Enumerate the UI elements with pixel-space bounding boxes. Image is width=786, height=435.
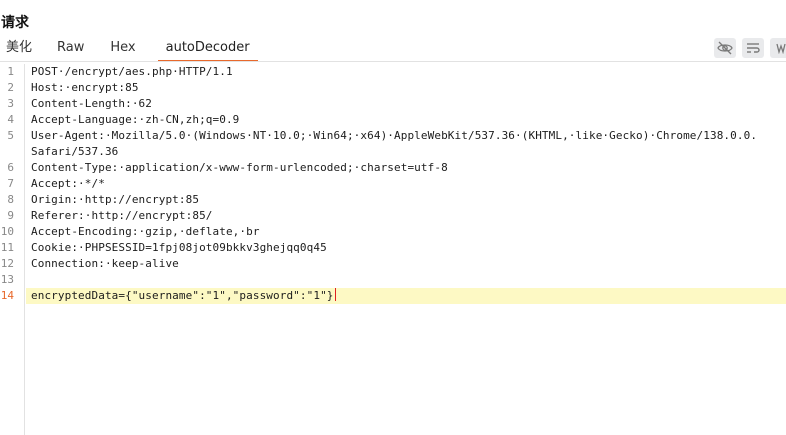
tab-pretty[interactable]: 美化 <box>0 38 45 62</box>
header-line: Referer:·http://encrypt:85/ <box>31 209 213 222</box>
line-number <box>0 144 14 160</box>
header-line: Accept:·*/* <box>31 177 105 190</box>
editor-toolbar <box>714 38 786 58</box>
tabs-divider <box>0 61 786 62</box>
text-caret <box>334 288 336 301</box>
line-number: 1 <box>7 65 14 78</box>
header-line: Connection:·keep-alive <box>31 257 179 270</box>
line-number: 9 <box>7 209 14 222</box>
wrap-lines-icon <box>747 43 760 53</box>
body-text: encryptedData={"username":"1","password"… <box>31 289 334 302</box>
eye-slash-icon <box>717 41 733 55</box>
request-panel: 请求 美化 Raw Hex autoDecoder 1 2 3 4 5 6 7 … <box>0 0 786 435</box>
line-number: 13 <box>0 273 14 286</box>
body-line: encryptedData={"username":"1","password"… <box>31 288 336 304</box>
tab-hex[interactable]: Hex <box>96 38 149 62</box>
line-number: 3 <box>7 97 14 110</box>
header-line: Accept-Language:·zh-CN,zh;q=0.9 <box>31 113 240 126</box>
newline-icon <box>776 43 786 54</box>
header-line-wrapped: Safari/537.36 <box>31 145 119 158</box>
header-line: User-Agent:·Mozilla/5.0·(Windows·NT·10.0… <box>31 129 758 142</box>
panel-title: 请求 <box>1 15 29 31</box>
editor-tabs: 美化 Raw Hex autoDecoder <box>0 38 786 62</box>
line-number: 7 <box>7 177 14 190</box>
header-line: Accept-Encoding:·gzip,·deflate,·br <box>31 225 260 238</box>
line-number-current: 14 <box>0 289 14 302</box>
tab-autodecoder[interactable]: autoDecoder <box>150 38 266 62</box>
wrap-lines-button[interactable] <box>742 38 764 58</box>
line-number: 10 <box>0 225 14 238</box>
line-number: 2 <box>7 81 14 94</box>
line-number: 4 <box>7 113 14 126</box>
line-number: 5 <box>7 129 14 142</box>
tab-raw[interactable]: Raw <box>45 38 96 62</box>
line-number: 12 <box>0 257 14 270</box>
header-line: Content-Type:·application/x-www-form-url… <box>31 161 448 174</box>
line-number: 8 <box>7 193 14 206</box>
line-number: 6 <box>7 161 14 174</box>
request-line: POST·/encrypt/aes.php·HTTP/1.1 <box>31 65 233 78</box>
show-newlines-button[interactable] <box>770 38 786 58</box>
header-line: Content-Length:·62 <box>31 97 153 110</box>
hide-nonprintable-button[interactable] <box>714 38 736 58</box>
header-line: Cookie:·PHPSESSID=1fpj08jot09bkkv3ghejqq… <box>31 241 327 254</box>
header-line: Host:·encrypt:85 <box>31 81 139 94</box>
line-number: 11 <box>0 241 14 254</box>
header-line: Origin:·http://encrypt:85 <box>31 193 200 206</box>
request-editor[interactable]: 1 2 3 4 5 6 7 8 9 10 11 12 13 14 POST·/e… <box>0 64 786 435</box>
line-number-gutter: 1 2 3 4 5 6 7 8 9 10 11 12 13 14 <box>0 64 25 435</box>
